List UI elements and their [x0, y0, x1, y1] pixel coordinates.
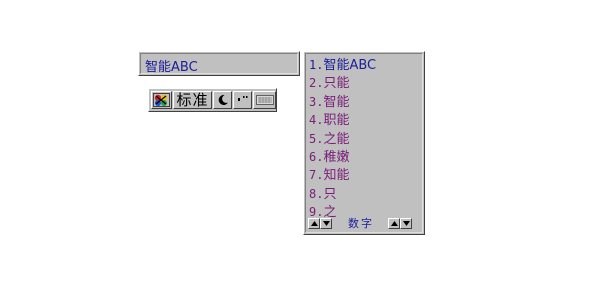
punctuation-icon — [237, 96, 247, 101]
candidate-panel: 1.智能ABC 2.只能 3.智能 4.职能 5.之能 6.稚嫩 7.知能 8.… — [305, 53, 423, 233]
candidate-text: 只能 — [323, 76, 350, 92]
candidate-text: 知能 — [323, 168, 350, 184]
scroll-down-button[interactable] — [400, 217, 412, 229]
candidate-number: 8. — [309, 186, 324, 201]
candidate-text: 稚嫩 — [323, 149, 350, 165]
screen: 智能ABC 标准 1.智能ABC 2.只能 3.智能 4.职能 5.之能 6.稚… — [0, 0, 600, 282]
candidate-mode-label: 数字 — [348, 217, 374, 230]
soft-keyboard-icon — [255, 95, 274, 105]
candidate-footer: 数字 — [308, 216, 420, 230]
candidate-item[interactable]: 1.智能ABC — [309, 56, 376, 74]
half-width-moon-icon — [218, 94, 228, 105]
candidate-item[interactable]: 7.知能 — [309, 166, 376, 184]
ime-logo-icon — [153, 93, 170, 107]
candidate-item[interactable]: 4.职能 — [309, 111, 376, 129]
triangle-up-icon — [310, 220, 318, 226]
candidate-number: 7. — [309, 168, 324, 183]
ime-status-bar: 标准 — [148, 88, 277, 112]
candidate-text: 智能 — [323, 94, 350, 110]
input-mode-label: 标准 — [176, 91, 209, 109]
candidate-text: 智能ABC — [323, 58, 377, 73]
candidate-text: 只 — [323, 186, 337, 202]
punctuation-button[interactable] — [233, 91, 252, 109]
candidate-item[interactable]: 3.智能 — [309, 93, 376, 111]
candidate-text: 职能 — [323, 113, 350, 129]
candidate-text: 之能 — [323, 131, 350, 147]
candidate-number: 4. — [309, 113, 324, 128]
composition-text: 智能ABC — [145, 60, 198, 75]
soft-keyboard-button[interactable] — [253, 91, 276, 109]
candidate-number: 6. — [309, 149, 324, 164]
candidate-item[interactable]: 8.只 — [309, 185, 376, 203]
ime-logo-button[interactable] — [151, 91, 172, 109]
scroll-up-button[interactable] — [388, 217, 400, 229]
candidate-list: 1.智能ABC 2.只能 3.智能 4.职能 5.之能 6.稚嫩 7.知能 8.… — [309, 56, 376, 222]
input-mode-button[interactable]: 标准 — [173, 91, 212, 109]
candidate-item[interactable]: 2.只能 — [309, 74, 376, 92]
candidate-item[interactable]: 6.稚嫩 — [309, 148, 376, 166]
page-up-button[interactable] — [308, 217, 320, 229]
composition-window: 智能ABC — [138, 51, 300, 76]
candidate-window: 1.智能ABC 2.只能 3.智能 4.职能 5.之能 6.稚嫩 7.知能 8.… — [303, 51, 425, 235]
candidate-number: 2. — [309, 76, 324, 91]
candidate-item[interactable]: 5.之能 — [309, 130, 376, 148]
triangle-down-icon — [402, 220, 410, 226]
triangle-down-icon — [322, 220, 330, 226]
candidate-number: 1. — [309, 58, 324, 72]
full-half-width-button[interactable] — [213, 91, 232, 109]
candidate-number: 3. — [309, 94, 324, 109]
composition-field: 智能ABC — [140, 53, 298, 75]
page-down-button[interactable] — [320, 217, 332, 229]
candidate-number: 5. — [309, 131, 324, 146]
triangle-up-icon — [390, 220, 398, 226]
